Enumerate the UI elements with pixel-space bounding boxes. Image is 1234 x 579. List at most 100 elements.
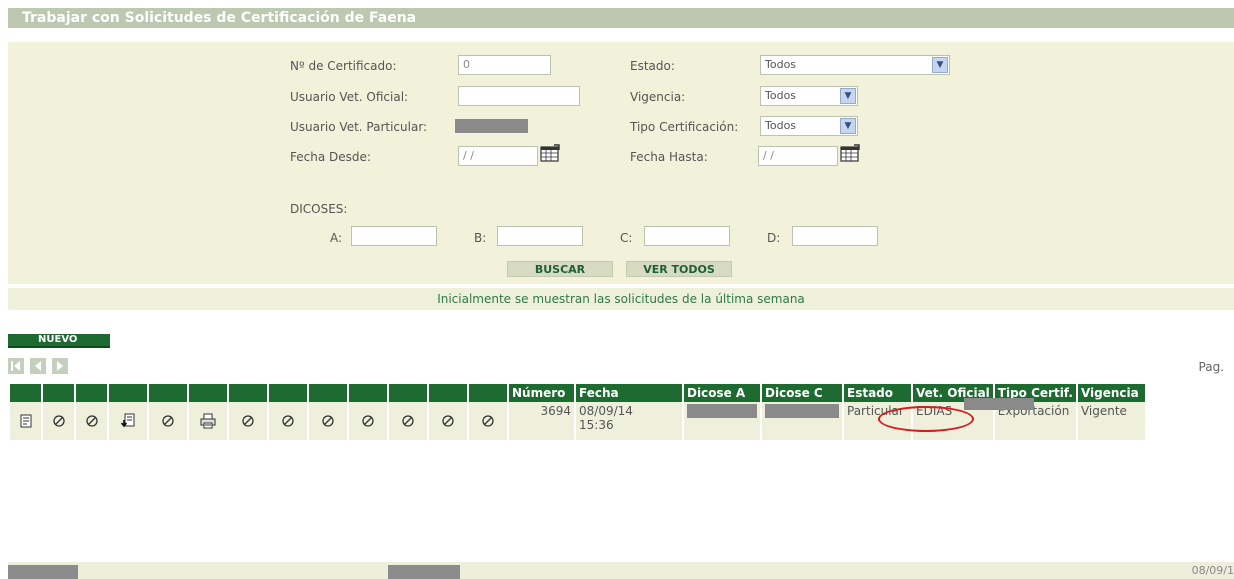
footer-bar: [8, 562, 1234, 579]
disabled-action-cell[interactable]: [43, 402, 74, 440]
action-col-header: [109, 384, 147, 402]
disabled-action-cell[interactable]: [309, 402, 347, 440]
cell-fecha-time: 15:36: [579, 418, 614, 432]
action-col-header: [149, 384, 187, 402]
disabled-icon: [162, 415, 174, 427]
col-header-vigencia[interactable]: Vigencia: [1077, 384, 1145, 402]
vigencia-select[interactable]: Todos ▼: [760, 86, 858, 106]
action-col-header: [429, 384, 467, 402]
action-col-header: [469, 384, 507, 402]
fecha-desde-label: Fecha Desde:: [290, 150, 371, 164]
calendar-icon[interactable]: [540, 144, 560, 162]
first-page-icon: [11, 361, 20, 371]
dicose-b-input[interactable]: [497, 226, 583, 246]
estado-select-value: Todos: [765, 58, 797, 71]
page-title: Trabajar con Solicitudes de Certificació…: [8, 8, 1234, 28]
usuario-particular-label: Usuario Vet. Particular:: [290, 120, 428, 134]
cell-fecha: 08/09/14 15:36: [576, 402, 682, 440]
info-note: Inicialmente se muestran las solicitudes…: [8, 288, 1234, 310]
col-header-fecha[interactable]: Fecha: [576, 384, 682, 402]
dicose-d-input[interactable]: [792, 226, 878, 246]
disabled-action-cell[interactable]: [469, 402, 507, 440]
chevron-down-icon: ▼: [932, 57, 948, 73]
pager-label: Pag.: [1198, 360, 1224, 374]
certificado-input[interactable]: 0: [458, 55, 551, 75]
disabled-action-cell[interactable]: [229, 402, 267, 440]
disabled-action-cell[interactable]: [349, 402, 387, 440]
redacted-value: [687, 404, 757, 418]
tipo-certificacion-label: Tipo Certificación:: [630, 120, 739, 134]
dicose-c-label: C:: [620, 231, 633, 245]
action-col-header: [10, 384, 41, 402]
next-page-icon: [57, 361, 63, 371]
disabled-action-cell[interactable]: [149, 402, 187, 440]
redacted-value: [765, 404, 839, 418]
disabled-icon: [282, 415, 294, 427]
dicose-a-input[interactable]: [351, 226, 437, 246]
redacted-overlay: [964, 398, 1034, 410]
disabled-icon: [402, 415, 414, 427]
action-col-header: [43, 384, 74, 402]
col-header-estado[interactable]: Estado: [844, 384, 911, 402]
dicose-c-input[interactable]: [644, 226, 730, 246]
usuario-oficial-label: Usuario Vet. Oficial:: [290, 90, 409, 104]
footer-date: 08/09/1: [1191, 564, 1234, 577]
disabled-icon: [442, 415, 454, 427]
action-col-header: [189, 384, 227, 402]
redacted-footer-left: [8, 565, 78, 579]
disabled-icon: [85, 415, 98, 427]
estado-select[interactable]: Todos ▼: [760, 55, 950, 75]
col-header-dicose-c[interactable]: Dicose C: [762, 384, 842, 402]
disabled-action-cell[interactable]: [429, 402, 467, 440]
col-header-dicose-a[interactable]: Dicose A: [684, 384, 760, 402]
disabled-action-cell[interactable]: [389, 402, 427, 440]
results-table: Número Fecha Dicose A Dicose C Estado Ve…: [8, 384, 1147, 440]
dicose-a-label: A:: [330, 231, 343, 245]
redacted-footer-middle: [388, 565, 460, 579]
action-col-header: [76, 384, 107, 402]
disabled-icon: [52, 415, 65, 427]
dicose-d-label: D:: [767, 231, 781, 245]
cell-dicose-a: [684, 402, 760, 440]
vigencia-label: Vigencia:: [630, 90, 686, 104]
cell-vigencia: Vigente: [1077, 402, 1145, 440]
cell-estado: Particular: [844, 402, 911, 440]
dicoses-label: DICOSES:: [290, 202, 348, 216]
action-col-header: [229, 384, 267, 402]
dicose-b-label: B:: [474, 231, 487, 245]
print-action-cell[interactable]: [189, 402, 227, 440]
cell-fecha-date: 08/09/14: [579, 404, 633, 418]
action-col-header: [269, 384, 307, 402]
cell-numero: 3694: [509, 402, 574, 440]
download-action-cell[interactable]: [109, 402, 147, 440]
disabled-action-cell[interactable]: [269, 402, 307, 440]
tipo-certificacion-select[interactable]: Todos ▼: [760, 116, 858, 136]
first-page-button[interactable]: [8, 358, 24, 374]
view-action-cell[interactable]: [10, 402, 41, 440]
usuario-oficial-input[interactable]: [458, 86, 580, 106]
ver-todos-button[interactable]: VER TODOS: [626, 261, 732, 277]
estado-label: Estado:: [630, 59, 675, 73]
tipo-select-value: Todos: [765, 119, 797, 132]
buscar-button[interactable]: BUSCAR: [507, 261, 613, 277]
printer-icon: [200, 413, 216, 429]
cell-dicose-c: [762, 402, 842, 440]
vigencia-select-value: Todos: [765, 89, 797, 102]
chevron-down-icon: ▼: [840, 118, 856, 134]
fecha-hasta-input[interactable]: / /: [758, 146, 838, 166]
col-header-numero[interactable]: Número: [509, 384, 574, 402]
action-col-header: [389, 384, 427, 402]
fecha-desde-input[interactable]: / /: [458, 146, 538, 166]
disabled-action-cell[interactable]: [76, 402, 107, 440]
disabled-icon: [322, 415, 334, 427]
calendar-icon[interactable]: [840, 144, 860, 162]
next-page-button[interactable]: [52, 358, 68, 374]
action-col-header: [309, 384, 347, 402]
prev-page-icon: [35, 361, 41, 371]
nuevo-button[interactable]: NUEVO: [8, 334, 110, 348]
spacer: [8, 28, 1234, 42]
document-icon: [20, 414, 31, 428]
chevron-down-icon: ▼: [840, 88, 856, 104]
fecha-hasta-label: Fecha Hasta:: [630, 150, 708, 164]
prev-page-button[interactable]: [30, 358, 46, 374]
